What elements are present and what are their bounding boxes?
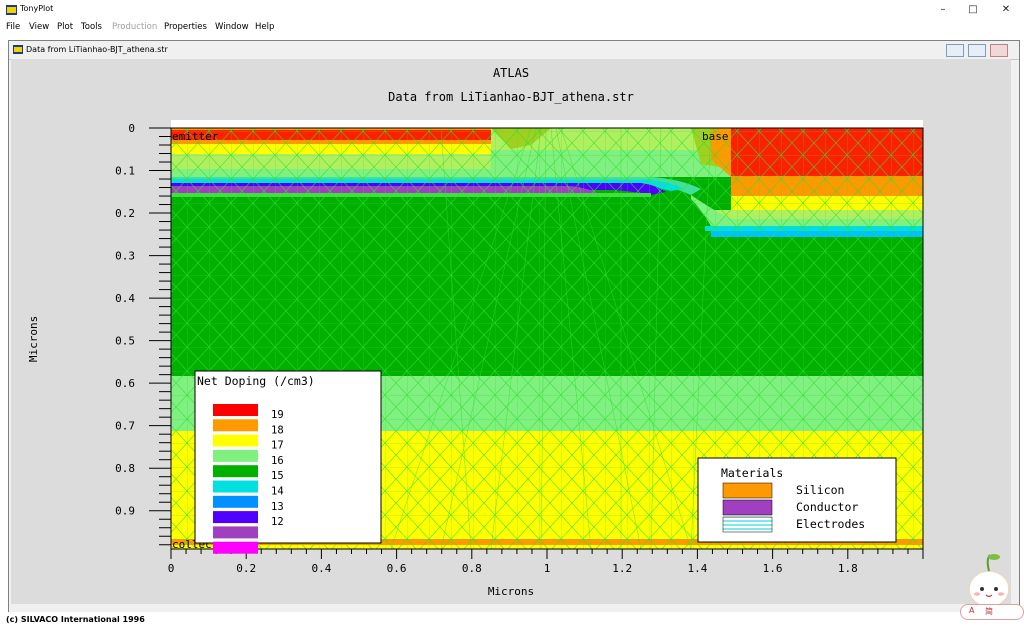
doping-label: 15 — [271, 470, 284, 482]
x-tick-label: 1.4 — [687, 562, 707, 575]
electrode-label-emitter: emitter — [172, 130, 219, 143]
material-label-conductor: Conductor — [796, 500, 858, 514]
doping-label: 18 — [271, 424, 284, 436]
y-tick-label: 0.2 — [115, 207, 135, 220]
materials-legend-title: Materials — [721, 466, 783, 480]
doping-swatch — [213, 434, 258, 447]
doping-swatch — [213, 480, 258, 493]
doping-swatch — [213, 511, 258, 524]
doc-minimize-button[interactable] — [946, 44, 964, 57]
x-tick-label: 0.4 — [311, 562, 331, 575]
status-bar: (c) SILVACO International 1996 — [0, 612, 1024, 638]
x-tick-label: 0.2 — [236, 562, 256, 575]
electrode-label-base: base — [702, 130, 729, 143]
doping-label: 13 — [271, 501, 284, 513]
copyright-text: (c) SILVACO International 1996 — [6, 615, 145, 624]
menu-bar: File View Plot Tools Production Properti… — [0, 20, 1024, 36]
material-swatch-conductor — [722, 499, 773, 516]
doping-swatch — [213, 541, 258, 554]
menu-properties[interactable]: Properties — [164, 22, 207, 32]
document-title: Data from LiTianhao-BJT_athena.str — [26, 45, 168, 54]
x-tick-label: 0.6 — [387, 562, 407, 575]
doping-legend-title: Net Doping (/cm3) — [197, 374, 315, 388]
document-icon — [13, 45, 23, 54]
plot-canvas[interactable]: ATLAS Data from LiTianhao-BJT_athena.str — [11, 59, 1011, 604]
ime-mode: A — [969, 606, 975, 615]
close-button[interactable]: ✕ — [989, 2, 1023, 18]
y-tick-label: 0 — [128, 122, 135, 135]
doping-swatch — [213, 419, 258, 432]
x-tick-label: 1 — [544, 562, 551, 575]
material-label-electrodes: Electrodes — [796, 517, 865, 531]
x-tick-label: 1.8 — [838, 562, 858, 575]
doping-label: 14 — [271, 486, 284, 498]
menu-view[interactable]: View — [29, 22, 49, 32]
x-axis-label: Microns — [488, 585, 534, 598]
ime-indicator[interactable]: A 简 — [960, 604, 1024, 620]
x-tick-label: 1.2 — [612, 562, 632, 575]
minimize-button[interactable]: – — [926, 2, 960, 18]
document-titlebar: Data from LiTianhao-BJT_athena.str — [9, 41, 1019, 60]
x-tick-label: 0 — [168, 562, 175, 575]
x-axis: 0 0.2 0.4 0.6 0.8 1 1.2 1.4 1.6 1.8 — [168, 549, 924, 575]
menu-tools[interactable]: Tools — [81, 22, 102, 32]
menu-plot[interactable]: Plot — [57, 22, 73, 32]
doping-legend: Net Doping (/cm3) 19 18 17 16 15 14 13 12 — [194, 370, 382, 554]
y-tick-label: 0.4 — [115, 292, 135, 305]
plot-subtitle: Data from LiTianhao-BJT_athena.str — [388, 90, 634, 104]
y-tick-label: 0.9 — [115, 505, 135, 518]
maximize-button[interactable]: □ — [956, 2, 990, 18]
material-label-silicon: Silicon — [796, 483, 844, 497]
doping-label: 17 — [271, 440, 284, 452]
ime-language: 简 — [985, 607, 993, 616]
y-axis: 0 0.1 0.2 0.3 0.4 0.5 0.6 0.7 0.8 0.9 — [115, 122, 171, 546]
material-swatch-silicon — [722, 482, 773, 499]
doping-label: 19 — [271, 409, 284, 421]
y-tick-label: 0.7 — [115, 420, 135, 433]
menu-production[interactable]: Production — [112, 22, 157, 32]
tonyplot-app-icon — [6, 5, 17, 15]
menu-window[interactable]: Window — [215, 22, 249, 32]
materials-legend: Materials Silicon Conductor Electrodes — [697, 457, 897, 543]
app-titlebar: TonyPlot – □ ✕ — [0, 0, 1024, 20]
material-swatch-electrodes — [722, 516, 773, 533]
y-tick-label: 0.5 — [115, 335, 135, 348]
plot-title: ATLAS — [493, 66, 529, 80]
y-tick-label: 0.1 — [115, 165, 135, 178]
menu-help[interactable]: Help — [255, 22, 274, 32]
x-tick-label: 0.8 — [462, 562, 482, 575]
doping-label: 16 — [271, 455, 284, 467]
y-tick-label: 0.6 — [115, 377, 135, 390]
y-tick-label: 0.8 — [115, 462, 135, 475]
x-tick-label: 1.6 — [763, 562, 783, 575]
doc-close-button[interactable] — [990, 44, 1008, 57]
doping-swatch — [213, 404, 258, 416]
doping-swatch — [213, 465, 258, 478]
plot-svg: ATLAS Data from LiTianhao-BJT_athena.str — [27, 66, 924, 598]
y-tick-label: 0.3 — [115, 250, 135, 263]
app-title: TonyPlot — [20, 4, 54, 13]
doc-restore-button[interactable] — [968, 44, 986, 57]
y-axis-label: Microns — [27, 316, 40, 362]
menu-file[interactable]: File — [6, 22, 20, 32]
doping-swatch — [213, 449, 258, 462]
doping-swatch — [213, 495, 258, 508]
doping-swatch — [213, 526, 258, 539]
doping-label: 12 — [271, 516, 284, 528]
